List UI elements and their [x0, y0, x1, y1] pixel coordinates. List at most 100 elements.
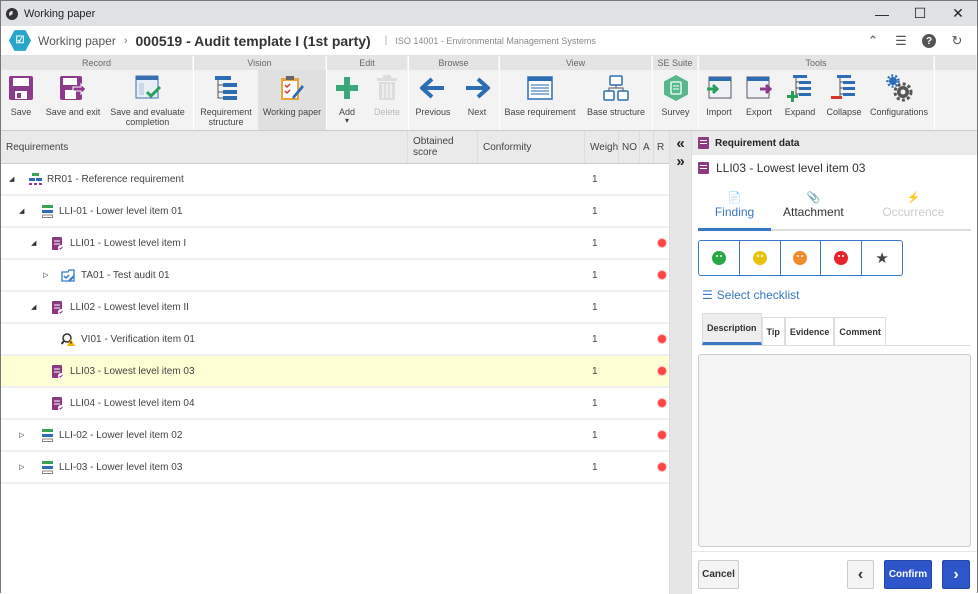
- column-weight[interactable]: Weight: [585, 131, 619, 163]
- maximize-button[interactable]: ☐: [901, 1, 939, 26]
- collapse-arrow-icon[interactable]: ◢: [31, 303, 36, 311]
- save-button[interactable]: Save: [1, 70, 41, 130]
- rating-dissatisfied-button[interactable]: [781, 241, 822, 275]
- lower-level-item-icon: [41, 460, 54, 474]
- tab-attachment[interactable]: 📎 Attachment: [771, 181, 856, 229]
- rating-very-satisfied-button[interactable]: [699, 241, 740, 275]
- description-textarea[interactable]: [698, 354, 971, 547]
- export-button[interactable]: Export: [739, 70, 779, 130]
- tab-tip[interactable]: Tip: [761, 317, 785, 345]
- checklist-icon: ☰: [702, 288, 713, 302]
- column-obtained-score[interactable]: Obtained score: [408, 131, 478, 163]
- verification-item-icon: [60, 332, 75, 346]
- ribbon-filler: [935, 56, 977, 130]
- tab-description[interactable]: Description: [702, 313, 762, 345]
- help-button[interactable]: ?: [915, 34, 943, 48]
- minimize-button[interactable]: —: [863, 1, 901, 26]
- rating-very-dissatisfied-button[interactable]: [821, 241, 863, 275]
- column-r[interactable]: R: [654, 131, 669, 163]
- requirement-structure-button[interactable]: Requirement structure: [194, 70, 258, 130]
- breadcrumb-root[interactable]: Working paper: [38, 34, 116, 48]
- base-requirement-button[interactable]: Base requirement: [500, 70, 580, 130]
- table-row[interactable]: ◢ RR01 - Reference requirement 1: [1, 164, 669, 196]
- table-row[interactable]: ▷ TA01 - Test audit 01 1: [1, 260, 669, 292]
- previous-button[interactable]: Previous: [409, 70, 457, 130]
- collapse-arrow-icon[interactable]: ◢: [9, 175, 14, 183]
- configurations-button[interactable]: Configurations: [867, 70, 931, 130]
- item-title: LLI03 - Lowest level item 03: [716, 161, 866, 175]
- requirements-grid: Requirements Obtained score Conformity W…: [1, 131, 669, 594]
- close-button[interactable]: ✕: [939, 1, 977, 26]
- required-flag-icon: [658, 335, 666, 343]
- column-requirements[interactable]: Requirements: [1, 131, 408, 163]
- expand-arrow-icon[interactable]: ▷: [19, 463, 24, 471]
- column-no[interactable]: NO: [619, 131, 640, 163]
- table-row[interactable]: ◢ LLI-01 - Lower level item 01 1: [1, 196, 669, 228]
- evaluate-icon: [134, 74, 162, 102]
- table-row[interactable]: LLI03 - Lowest level item 03 1: [1, 356, 669, 388]
- table-row[interactable]: ▷ LLI-03 - Lower level item 03 1: [1, 452, 669, 484]
- button-label: Save and evaluate completion: [110, 107, 185, 127]
- cancel-button[interactable]: Cancel: [698, 560, 739, 589]
- table-row[interactable]: ▷ LLI-02 - Lower level item 02 1: [1, 420, 669, 452]
- paperclip-icon: 📎: [806, 192, 821, 204]
- expand-right-icon[interactable]: »: [670, 153, 691, 171]
- ribbon-group-view: View Base requirement Base structure: [500, 56, 653, 130]
- rating-neutral-button[interactable]: [740, 241, 781, 275]
- reference-requirement-icon: [29, 172, 42, 186]
- collapse-arrow-icon[interactable]: ◢: [31, 239, 36, 247]
- required-flag-icon: [658, 271, 666, 279]
- table-row[interactable]: ◢ LLI02 - Lowest level item II 1: [1, 292, 669, 324]
- collapse-left-icon[interactable]: «: [670, 135, 691, 153]
- delete-button[interactable]: Delete: [367, 70, 407, 130]
- working-paper-button[interactable]: Working paper: [258, 70, 326, 130]
- button-label: Configurations: [869, 107, 929, 117]
- expand-arrow-icon[interactable]: ▷: [19, 431, 24, 439]
- next-item-button[interactable]: ›: [942, 560, 970, 589]
- expand-arrow-icon[interactable]: ▷: [43, 271, 48, 279]
- tab-finding[interactable]: 📄 Finding: [698, 181, 772, 231]
- save-and-evaluate-button[interactable]: Save and evaluate completion: [105, 70, 190, 130]
- column-conformity[interactable]: Conformity: [478, 131, 585, 163]
- select-checklist-link[interactable]: ☰ Select checklist: [702, 288, 977, 302]
- tab-occurrence[interactable]: ⚡ Occurrence: [856, 181, 971, 229]
- button-label: Working paper: [262, 107, 322, 117]
- tab-comment[interactable]: Comment: [834, 317, 886, 345]
- button-label: Delete: [373, 107, 400, 117]
- collapse-button[interactable]: Collapse: [821, 70, 867, 130]
- grid-body: ◢ RR01 - Reference requirement 1 ◢ LLI-01 - …: [1, 164, 669, 484]
- table-row[interactable]: VI01 - Verification item 01 1: [1, 324, 669, 356]
- add-button[interactable]: Add ▾: [327, 70, 367, 130]
- save-and-exit-button[interactable]: Save and exit: [41, 70, 105, 130]
- confirm-button[interactable]: Confirm: [884, 560, 932, 589]
- arrow-right-icon: [463, 74, 491, 102]
- required-flag-icon: [658, 431, 666, 439]
- requirement-label: VI01 - Verification item 01: [81, 333, 195, 345]
- survey-button[interactable]: Survey: [653, 70, 698, 130]
- previous-item-button[interactable]: ‹: [847, 560, 874, 589]
- button-label: Previous: [415, 107, 451, 117]
- table-row[interactable]: LLI04 - Lowest level item 04 1: [1, 388, 669, 420]
- panel-splitter[interactable]: « »: [669, 131, 692, 594]
- expand-button[interactable]: Expand: [779, 70, 821, 130]
- required-flag-icon: [658, 239, 666, 247]
- collapse-icon: [830, 74, 858, 102]
- import-button[interactable]: Import: [699, 70, 739, 130]
- group-title: Record: [1, 56, 193, 70]
- base-structure-button[interactable]: Base structure: [580, 70, 652, 130]
- column-a[interactable]: A: [640, 131, 654, 163]
- collapse-arrow-icon[interactable]: ◢: [19, 207, 24, 215]
- refresh-icon[interactable]: ↻: [943, 33, 971, 49]
- detail-tabs: Description Tip Evidence Comment: [702, 313, 971, 346]
- next-button[interactable]: Next: [457, 70, 497, 130]
- table-row[interactable]: ◢ LLI01 - Lowest level item I 1: [1, 228, 669, 260]
- tab-label: Attachment: [783, 205, 844, 219]
- requirement-label: LLI04 - Lowest level item 04: [70, 397, 195, 409]
- required-flag-icon: [658, 463, 666, 471]
- collapse-header-icon[interactable]: ⌃: [859, 33, 887, 49]
- tab-evidence[interactable]: Evidence: [784, 317, 835, 345]
- neutral-face-icon: [752, 251, 767, 265]
- group-title: SE Suite: [653, 56, 698, 70]
- rating-star-button[interactable]: ★: [862, 241, 902, 275]
- list-icon[interactable]: ☰: [887, 33, 915, 49]
